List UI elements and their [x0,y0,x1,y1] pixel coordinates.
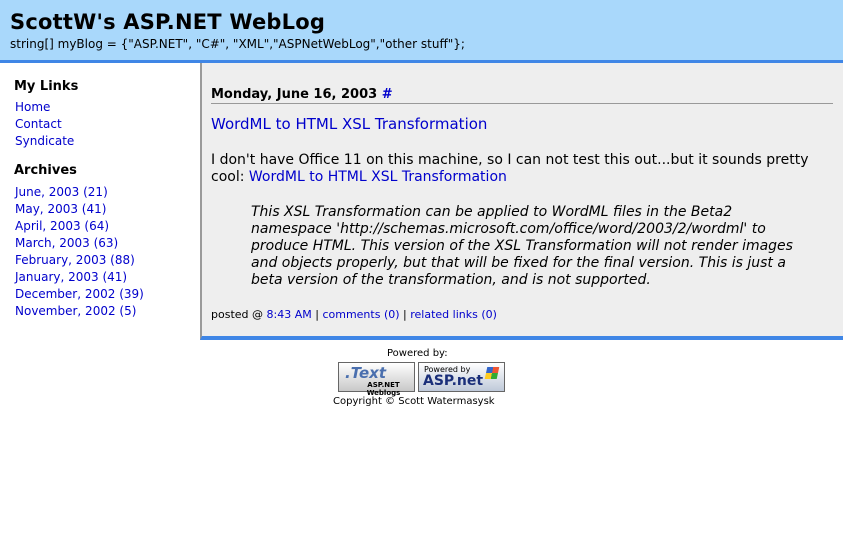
post-footer: posted @ 8:43 AM | comments (0) | relate… [211,308,497,321]
contact-link[interactable]: Contact [15,117,62,131]
posted-at-label: posted @ [211,308,264,321]
dottext-badge[interactable]: .Text ASP.NET Weblogs [338,362,415,397]
list-item: February, 2003 (88) [15,252,144,269]
windows-flag-icon [484,367,500,379]
archive-link-march-2003[interactable]: March, 2003 (63) [15,236,118,250]
archive-link-april-2003[interactable]: April, 2003 (64) [15,219,109,233]
copyright-text: Copyright © Scott Watermasysk [333,396,495,407]
powered-by-label: Powered by: [387,348,448,359]
archive-link-may-2003[interactable]: May, 2003 (41) [15,202,106,216]
my-links-list: Home Contact Syndicate [15,99,74,150]
dottext-badge-subtitle: ASP.NET Weblogs [366,381,401,397]
archives-heading: Archives [14,163,77,178]
separator: | [315,308,319,321]
post-date-header: Monday, June 16, 2003 # [211,87,833,104]
list-item: Syndicate [15,133,74,150]
post-time-link[interactable]: 8:43 AM [267,308,312,321]
list-item: Home [15,99,74,116]
post-quote: This XSL Transformation can be applied t… [251,204,793,288]
list-item: Contact [15,116,74,133]
blog-header: ScottW's ASP.NET WebLog string[] myBlog … [0,0,843,63]
list-item: April, 2003 (64) [15,218,144,235]
archive-link-december-2002[interactable]: December, 2002 (39) [15,287,144,301]
dottext-logo: .Text [345,364,387,382]
list-item: November, 2002 (5) [15,303,144,320]
aspnet-badge[interactable]: Powered by ASP.net [418,362,505,392]
archive-link-february-2003[interactable]: February, 2003 (88) [15,253,135,267]
list-item: December, 2002 (39) [15,286,144,303]
comments-link[interactable]: comments (0) [322,308,399,321]
syndicate-link[interactable]: Syndicate [15,134,74,148]
post-title: WordML to HTML XSL Transformation [211,115,487,133]
blog-subtitle: string[] myBlog = {"ASP.NET", "C#", "XML… [10,37,465,51]
related-links-link[interactable]: related links (0) [410,308,497,321]
archive-link-november-2002[interactable]: November, 2002 (5) [15,304,136,318]
list-item: March, 2003 (63) [15,235,144,252]
my-links-heading: My Links [14,79,79,94]
blog-title: ScottW's ASP.NET WebLog [10,10,326,34]
permalink-anchor[interactable]: # [382,87,393,102]
post-date: Monday, June 16, 2003 [211,87,378,102]
post-body: I don't have Office 11 on this machine, … [211,152,836,186]
archives-list: June, 2003 (21) May, 2003 (41) April, 20… [15,184,144,320]
home-link[interactable]: Home [15,100,50,114]
aspnet-logo: ASP.net [423,373,484,389]
list-item: May, 2003 (41) [15,201,144,218]
powered-by-badges: .Text ASP.NET Weblogs Powered by ASP.net [338,362,508,397]
list-item: January, 2003 (41) [15,269,144,286]
post-body-link[interactable]: WordML to HTML XSL Transformation [249,169,507,185]
separator: | [403,308,407,321]
main-content: Monday, June 16, 2003 # WordML to HTML X… [200,63,843,340]
archive-link-january-2003[interactable]: January, 2003 (41) [15,270,127,284]
archive-link-june-2003[interactable]: June, 2003 (21) [15,185,108,199]
list-item: June, 2003 (21) [15,184,144,201]
post-title-link[interactable]: WordML to HTML XSL Transformation [211,115,487,133]
